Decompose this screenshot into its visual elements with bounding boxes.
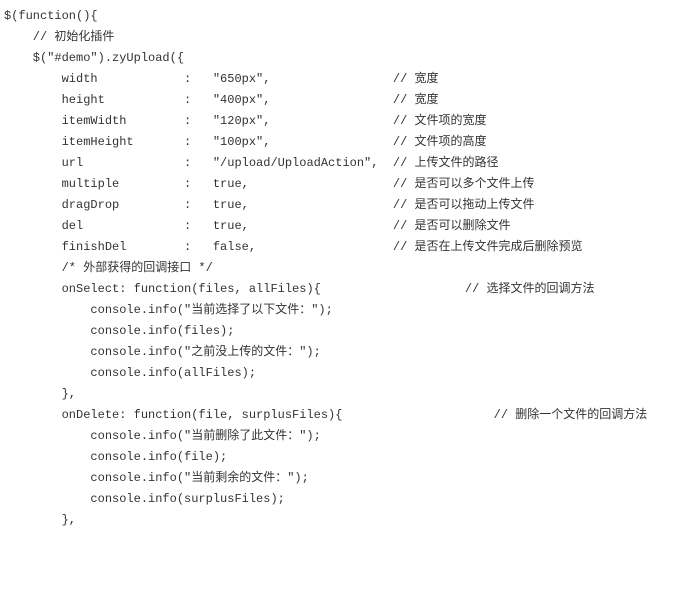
code-block: $(function(){ // 初始化插件 $("#demo").zyUplo… — [0, 0, 680, 539]
